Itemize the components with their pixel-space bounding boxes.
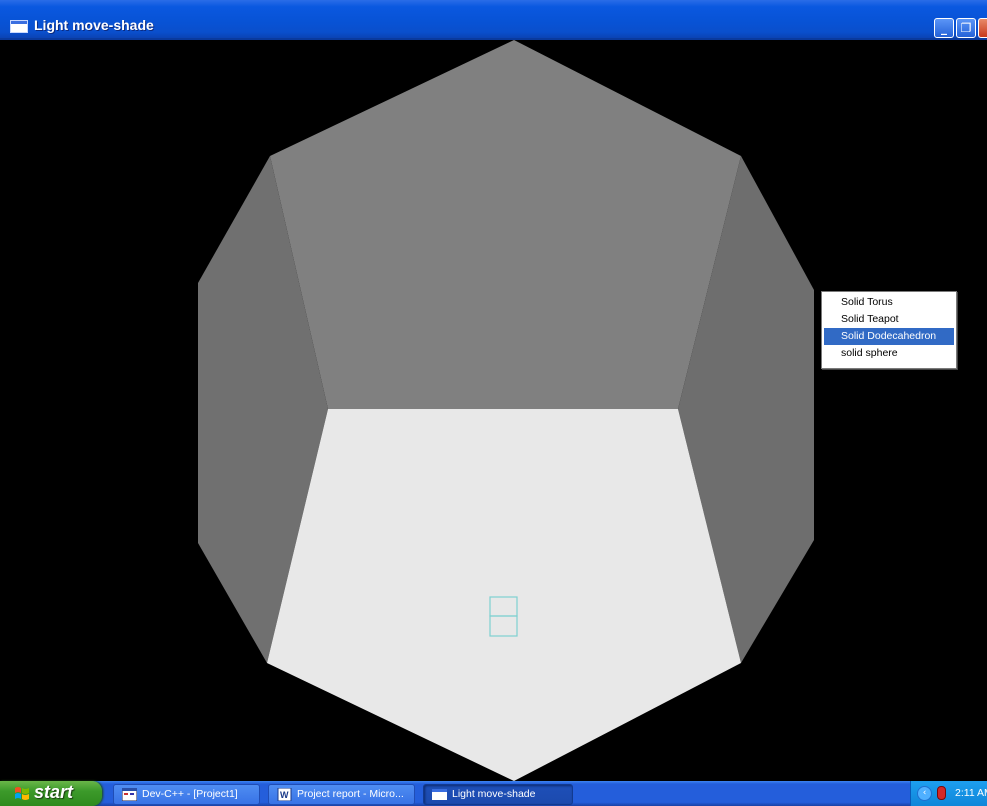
taskbar-button-project-report[interactable]: W Project report - Micro...	[268, 784, 415, 805]
title-bar[interactable]: Light move-shade _ ❐	[0, 0, 987, 40]
face-front	[267, 409, 741, 781]
taskbar-button-light-move-shade[interactable]: Light move-shade	[423, 784, 573, 805]
opengl-viewport[interactable]	[8, 40, 987, 781]
svg-text:W: W	[280, 790, 289, 800]
window-icon	[432, 789, 447, 800]
restore-icon: ❐	[960, 21, 972, 35]
taskbar-label: Dev-C++ - [Project1]	[142, 788, 238, 800]
clock[interactable]: 2:11 AM	[955, 787, 987, 799]
window-icon	[10, 20, 28, 33]
show-hidden-icons-arrow[interactable]: ‹	[917, 786, 932, 801]
taskbar: start Dev-C++ - [Project1] W Project rep…	[0, 781, 987, 806]
security-shield-icon[interactable]	[937, 786, 946, 800]
menu-item-solid-teapot[interactable]: Solid Teapot	[824, 311, 954, 328]
context-menu: Solid Torus Solid Teapot Solid Dodecahed…	[821, 291, 957, 369]
system-tray: ‹ 2:11 AM	[910, 781, 987, 806]
application-window: Light move-shade _ ❐ Solid Torus Solid T…	[0, 0, 987, 806]
word-document-icon: W	[277, 788, 292, 801]
close-button[interactable]	[978, 18, 987, 38]
window-title: Light move-shade	[34, 17, 154, 33]
menu-item-solid-torus[interactable]: Solid Torus	[824, 294, 954, 311]
taskbar-label: Project report - Micro...	[297, 788, 404, 800]
devcpp-icon	[122, 788, 137, 801]
start-label: start	[34, 782, 74, 802]
taskbar-button-devcpp[interactable]: Dev-C++ - [Project1]	[113, 784, 260, 805]
minimize-icon: _	[941, 21, 947, 35]
menu-item-solid-sphere[interactable]: solid sphere	[824, 345, 954, 362]
windows-logo-icon	[15, 787, 29, 800]
dodecahedron-render	[198, 40, 814, 781]
minimize-button[interactable]: _	[934, 18, 954, 38]
taskbar-label: Light move-shade	[452, 788, 536, 800]
face-top	[270, 40, 741, 409]
restore-button[interactable]: ❐	[956, 18, 976, 38]
start-button[interactable]: start	[0, 781, 102, 806]
menu-item-solid-dodecahedron[interactable]: Solid Dodecahedron	[824, 328, 954, 345]
